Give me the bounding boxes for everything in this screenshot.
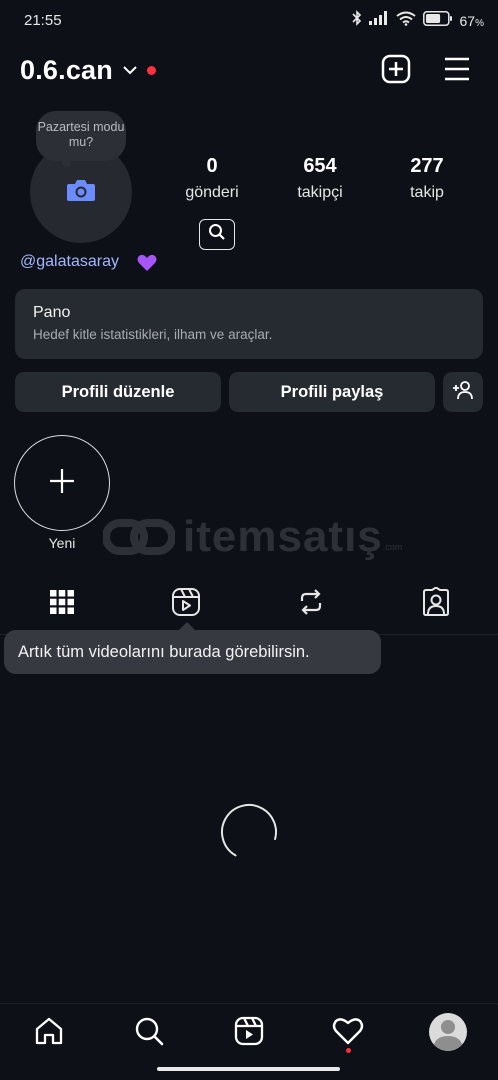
signal-icon bbox=[368, 11, 389, 30]
nav-profile-avatar[interactable] bbox=[429, 1013, 467, 1051]
status-time: 21:55 bbox=[24, 12, 62, 29]
battery-icon bbox=[422, 10, 453, 31]
nav-activity[interactable] bbox=[328, 1013, 368, 1053]
camera-icon bbox=[66, 178, 96, 207]
menu-icon bbox=[443, 56, 471, 87]
bottom-nav-divider bbox=[0, 1003, 498, 1004]
new-post-button[interactable] bbox=[379, 54, 413, 88]
bluetooth-icon bbox=[351, 10, 362, 31]
watermark-text: itemsatış bbox=[183, 512, 383, 561]
bio-mention-link[interactable]: @galatasaray bbox=[20, 253, 119, 271]
repost-icon bbox=[297, 588, 325, 621]
share-profile-button[interactable]: Profili paylaş bbox=[229, 372, 435, 412]
purple-heart-emoji: 💜 bbox=[137, 254, 157, 276]
tab-posts-grid[interactable] bbox=[0, 587, 124, 621]
reels-tab-tooltip[interactable]: Artık tüm videolarını burada görebilirsi… bbox=[4, 630, 381, 674]
menu-button[interactable] bbox=[440, 54, 474, 88]
stat-followers-count: 654 bbox=[303, 155, 337, 177]
home-indicator[interactable] bbox=[157, 1067, 340, 1071]
reels-icon bbox=[234, 1016, 264, 1051]
tagged-user-icon bbox=[421, 585, 451, 622]
discover-people-button[interactable] bbox=[443, 372, 483, 412]
stat-followers[interactable]: 654 takipçi bbox=[270, 155, 370, 202]
nav-reels[interactable] bbox=[229, 1013, 269, 1053]
battery-percent-unit: % bbox=[475, 17, 484, 29]
grid-icon bbox=[49, 589, 75, 620]
search-icon bbox=[208, 223, 226, 246]
account-username[interactable]: 0.6.can bbox=[20, 55, 113, 86]
tab-reels[interactable] bbox=[124, 587, 248, 621]
home-icon bbox=[34, 1016, 64, 1051]
stat-following-label: takip bbox=[410, 184, 444, 201]
plus-icon bbox=[48, 467, 76, 500]
battery-percent-value: 67 bbox=[459, 12, 476, 29]
stat-following-count: 277 bbox=[410, 155, 444, 177]
loading-spinner bbox=[220, 803, 278, 861]
battery-percent: 67% bbox=[460, 13, 484, 29]
stat-following[interactable]: 277 takip bbox=[377, 155, 477, 202]
nav-home[interactable] bbox=[29, 1013, 69, 1053]
status-bar: 21:55 67% bbox=[0, 0, 498, 44]
professional-dashboard[interactable]: Pano Hedef kitle istatistikleri, ilham v… bbox=[15, 289, 483, 359]
watermark-suffix: .com bbox=[382, 542, 403, 552]
search-posts-button[interactable] bbox=[199, 219, 235, 250]
stat-posts-label: gönderi bbox=[185, 184, 239, 201]
wifi-icon bbox=[395, 11, 416, 31]
stat-posts-count: 0 bbox=[206, 155, 218, 177]
watermark-link-icon bbox=[103, 519, 175, 555]
heart-icon bbox=[332, 1016, 364, 1051]
new-highlight-button[interactable] bbox=[14, 435, 110, 531]
note-bubble-tail bbox=[62, 158, 71, 167]
reels-icon bbox=[171, 587, 201, 622]
nav-search[interactable] bbox=[129, 1013, 169, 1053]
stat-posts[interactable]: 0 gönderi bbox=[162, 155, 262, 202]
add-person-icon bbox=[451, 380, 475, 405]
stat-followers-label: takipçi bbox=[297, 184, 343, 201]
new-highlight-label: Yeni bbox=[48, 535, 76, 551]
activity-notification-dot bbox=[346, 1048, 351, 1053]
search-icon bbox=[134, 1016, 164, 1051]
chevron-down-icon[interactable] bbox=[122, 63, 138, 81]
watermark-logo: itemsatış .com bbox=[103, 512, 402, 562]
tab-tagged[interactable] bbox=[374, 585, 498, 622]
edit-profile-button[interactable]: Profili düzenle bbox=[15, 372, 221, 412]
notification-dot bbox=[147, 66, 156, 75]
default-avatar-icon bbox=[433, 1020, 463, 1051]
new-post-icon bbox=[381, 54, 411, 89]
tab-reposts[interactable] bbox=[249, 587, 373, 621]
profile-note-bubble[interactable]: Pazartesi modu mu? bbox=[36, 111, 126, 161]
dashboard-title: Pano bbox=[33, 304, 71, 321]
dashboard-subtitle: Hedef kitle istatistikleri, ilham ve ara… bbox=[33, 327, 273, 342]
